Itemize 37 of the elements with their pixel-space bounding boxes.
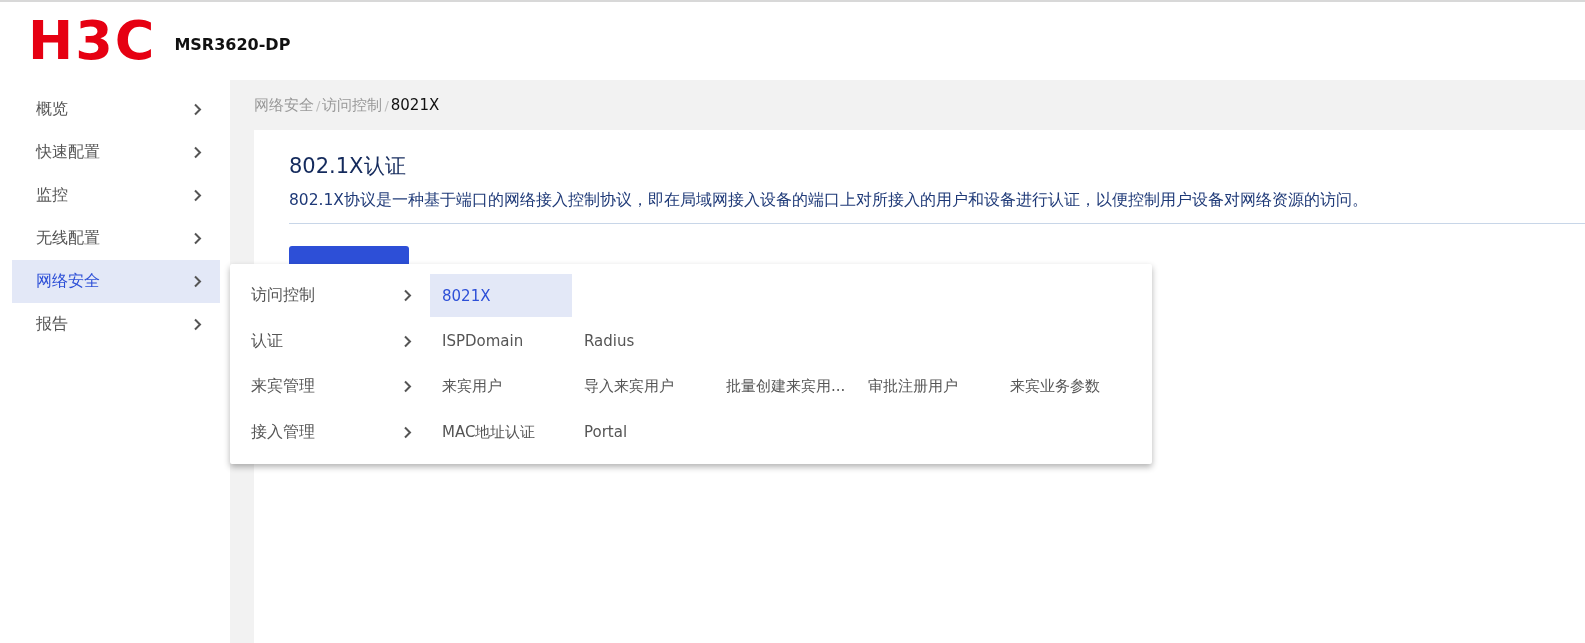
- page-title: 802.1X认证: [289, 153, 407, 180]
- chevron-right-icon: [403, 425, 412, 439]
- menu-category[interactable]: 接入管理: [251, 421, 315, 443]
- sidebar-item[interactable]: 报告: [12, 303, 220, 346]
- breadcrumb-item: 8021X: [390, 96, 440, 114]
- sidebar-item[interactable]: 网络安全: [12, 260, 220, 303]
- menu-category[interactable]: 认证: [251, 330, 283, 352]
- menu-item[interactable]: ISPDomain: [430, 319, 572, 363]
- menu-item[interactable]: 导入来宾用户: [572, 365, 714, 409]
- logo: H3C: [28, 17, 157, 65]
- chevron-right-icon: [193, 232, 202, 245]
- chevron-right-icon: [193, 103, 202, 116]
- menu-item[interactable]: 来宾用户: [430, 365, 572, 409]
- sidebar-item[interactable]: 监控: [12, 174, 220, 217]
- sidebar-item[interactable]: 快速配置: [12, 131, 220, 174]
- chevron-right-icon: [193, 189, 202, 202]
- chevron-right-icon: [193, 275, 202, 288]
- menu-category[interactable]: 访问控制: [251, 285, 315, 307]
- chevron-right-icon: [403, 380, 412, 394]
- menu-item[interactable]: 来宾业务参数: [998, 365, 1140, 409]
- sidebar-item[interactable]: 无线配置: [12, 217, 220, 260]
- chevron-right-icon: [403, 334, 412, 348]
- menu-item[interactable]: 8021X: [430, 274, 572, 318]
- menu-item[interactable]: MAC地址认证: [430, 410, 572, 454]
- chevron-right-icon: [193, 146, 202, 159]
- sidebar-item[interactable]: 概览: [12, 88, 220, 131]
- breadcrumb-separator: /: [316, 97, 321, 113]
- chevron-right-icon: [403, 289, 412, 303]
- menu-item[interactable]: 批量创建来宾用...: [714, 365, 856, 409]
- device-name: MSR3620-DP: [174, 34, 291, 54]
- menu-category[interactable]: 来宾管理: [251, 376, 315, 398]
- menu-item[interactable]: Portal: [572, 410, 714, 454]
- breadcrumb-separator: /: [384, 97, 389, 113]
- page-description: 802.1X协议是一种基于端口的网络接入控制协议，即在局域网接入设备的端口上对所接入的用户和设备进行认证，以便控制用户设备对网络资源的访问。: [289, 190, 1369, 211]
- menu-item[interactable]: Radius: [572, 319, 714, 363]
- chevron-right-icon: [193, 318, 202, 331]
- menu-item[interactable]: 审批注册用户: [856, 365, 998, 409]
